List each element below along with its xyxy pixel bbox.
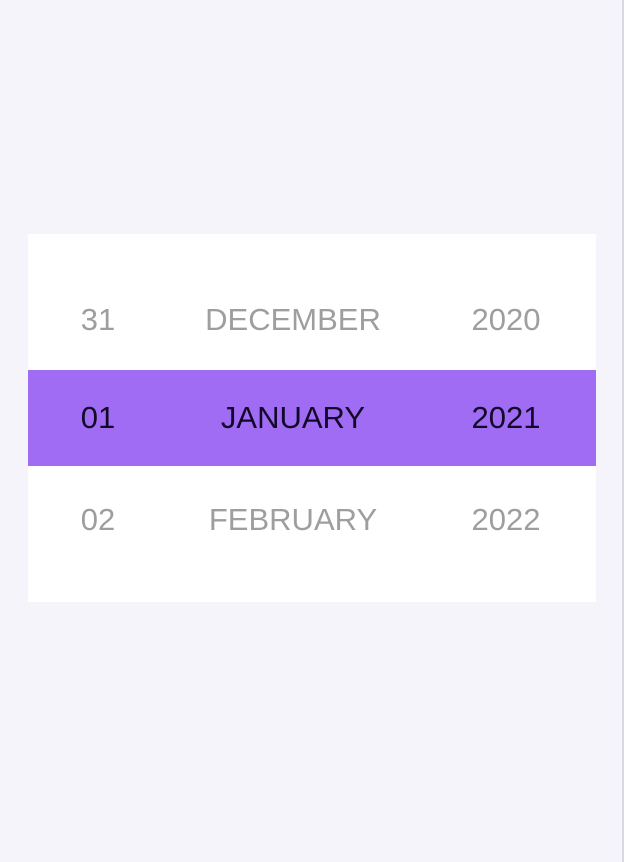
year-option[interactable]: 2022	[446, 472, 566, 568]
day-option[interactable]: 02	[58, 472, 138, 568]
picker-selection-band[interactable]: 01 JANUARY 2021	[28, 370, 596, 466]
year-option[interactable]: 2020	[446, 272, 566, 368]
month-option[interactable]: DECEMBER	[178, 272, 408, 368]
month-option[interactable]: FEBRUARY	[178, 472, 408, 568]
picker-row-previous[interactable]: 31 DECEMBER 2020	[28, 272, 596, 368]
date-picker-wheel[interactable]: 31 DECEMBER 2020 01 JANUARY 2021 02 FEBR…	[28, 234, 596, 602]
selected-year[interactable]: 2021	[446, 370, 566, 466]
day-option[interactable]: 31	[58, 272, 138, 368]
selected-month[interactable]: JANUARY	[178, 370, 408, 466]
selected-day[interactable]: 01	[58, 370, 138, 466]
picker-row-next[interactable]: 02 FEBRUARY 2022	[28, 472, 596, 568]
